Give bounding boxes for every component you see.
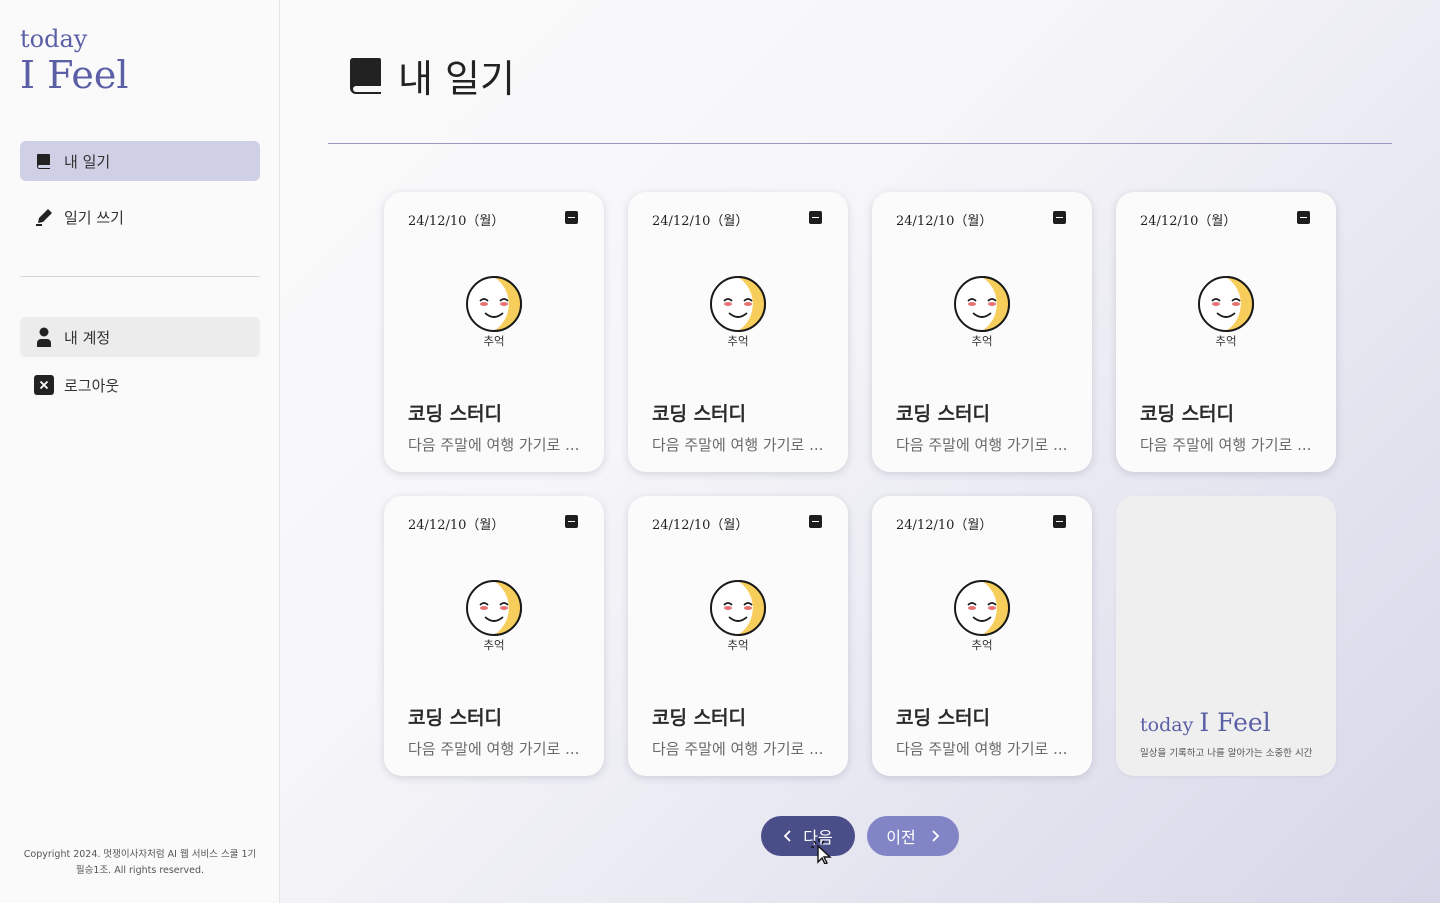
card-preview: 다음 주말에 여행 가기로 ...	[652, 740, 824, 758]
diary-card[interactable]: 24/12/10（월） 추억 코딩 스터디 다음 주말에 여행 가기로 ...	[384, 192, 604, 472]
emotion-label: 추억	[727, 638, 749, 652]
page-title-text: 내 일기	[398, 57, 515, 101]
sidebar-item-label: 일기 쓰기	[64, 208, 124, 227]
delete-icon[interactable]	[1053, 211, 1066, 224]
card-date: 24/12/10（월）	[1140, 214, 1237, 229]
prev-page-label: 이전	[886, 828, 916, 847]
prev-page-button[interactable]: 이전	[867, 816, 959, 856]
sidebar-item-label: 로그아웃	[64, 376, 120, 395]
close-box-icon	[34, 375, 54, 395]
smile-emotion-icon	[466, 580, 522, 636]
card-title: 코딩 스터디	[896, 403, 991, 425]
delete-icon[interactable]	[1297, 211, 1310, 224]
card-date: 24/12/10（월）	[896, 518, 993, 533]
sidebar-item-label: 내 일기	[64, 152, 111, 171]
card-preview: 다음 주말에 여행 가기로 ...	[1140, 436, 1312, 454]
smile-emotion-icon	[710, 276, 766, 332]
brand-tagline: 일상을 기록하고 나를 알아가는 소중한 시간	[1140, 748, 1313, 759]
emotion-label: 추억	[727, 334, 749, 348]
book-icon	[34, 151, 54, 171]
card-title: 코딩 스터디	[896, 707, 991, 729]
card-preview: 다음 주말에 여행 가기로 ...	[408, 740, 580, 758]
page-title: 내 일기	[348, 48, 515, 103]
delete-icon[interactable]	[809, 515, 822, 528]
delete-icon[interactable]	[1053, 515, 1066, 528]
brand-big-text: I Feel	[1199, 708, 1271, 737]
card-date: 24/12/10（월）	[652, 214, 749, 229]
card-preview: 다음 주말에 여행 가기로 ...	[408, 436, 580, 454]
smile-emotion-icon	[1198, 276, 1254, 332]
emotion-label: 추억	[971, 638, 993, 652]
card-date: 24/12/10（월）	[652, 518, 749, 533]
card-title: 코딩 스터디	[1140, 403, 1235, 425]
sidebar-item-write-diary[interactable]: 일기 쓰기	[20, 197, 260, 237]
diary-grid: 24/12/10（월） 추억 코딩 스터디 다음 주말에 여행 가기로 ... …	[384, 192, 1336, 776]
delete-icon[interactable]	[565, 515, 578, 528]
copyright: Copyright 2024. 멋쟁이사자처럼 AI 웹 서비스 스쿨 1기 필…	[20, 847, 260, 879]
sidebar: today I Feel 내 일기 일기 쓰기 내 계정 로그아웃 Copyri…	[0, 0, 280, 903]
chevron-right-icon	[930, 829, 940, 843]
brand-small-text: today	[1140, 714, 1194, 736]
logo-big-text: I Feel	[20, 53, 129, 97]
smile-emotion-icon	[710, 580, 766, 636]
copyright-line: 필승1조. All rights reserved.	[75, 865, 205, 876]
card-date: 24/12/10（월）	[408, 518, 505, 533]
emotion-label: 추억	[483, 638, 505, 652]
card-title: 코딩 스터디	[652, 707, 747, 729]
sidebar-item-my-account[interactable]: 내 계정	[20, 317, 260, 357]
smile-emotion-icon	[954, 276, 1010, 332]
pen-icon	[34, 207, 54, 227]
delete-icon[interactable]	[809, 211, 822, 224]
diary-card[interactable]: 24/12/10（월） 추억 코딩 스터디 다음 주말에 여행 가기로 ...	[872, 496, 1092, 776]
card-title: 코딩 스터디	[408, 707, 503, 729]
copyright-line: Copyright 2024. 멋쟁이사자처럼 AI 웹 서비스 스쿨 1기	[23, 849, 257, 860]
sidebar-item-label: 내 계정	[64, 328, 111, 347]
logo-small-text: today	[20, 25, 88, 53]
diary-card[interactable]: 24/12/10（월） 추억 코딩 스터디 다음 주말에 여행 가기로 ...	[628, 192, 848, 472]
card-preview: 다음 주말에 여행 가기로 ...	[652, 436, 824, 454]
diary-card[interactable]: 24/12/10（월） 추억 코딩 스터디 다음 주말에 여행 가기로 ...	[384, 496, 604, 776]
emotion-label: 추억	[483, 334, 505, 348]
sidebar-divider	[20, 276, 260, 277]
card-title: 코딩 스터디	[652, 403, 747, 425]
mouse-cursor-icon	[811, 839, 832, 864]
emotion-label: 추억	[1215, 334, 1237, 348]
diary-card[interactable]: 24/12/10（월） 추억 코딩 스터디 다음 주말에 여행 가기로 ...	[1116, 192, 1336, 472]
card-preview: 다음 주말에 여행 가기로 ...	[896, 740, 1068, 758]
next-page-button[interactable]: 다음	[761, 816, 855, 856]
brand-card: today I Feel 일상을 기록하고 나를 알아가는 소중한 시간	[1116, 496, 1336, 776]
sidebar-item-logout[interactable]: 로그아웃	[20, 365, 260, 405]
app-logo[interactable]: today I Feel	[20, 24, 129, 98]
card-preview: 다음 주말에 여행 가기로 ...	[896, 436, 1068, 454]
user-icon	[34, 327, 54, 347]
diary-card[interactable]: 24/12/10（월） 추억 코딩 스터디 다음 주말에 여행 가기로 ...	[628, 496, 848, 776]
smile-emotion-icon	[954, 580, 1010, 636]
diary-card[interactable]: 24/12/10（월） 추억 코딩 스터디 다음 주말에 여행 가기로 ...	[872, 192, 1092, 472]
header-divider	[328, 143, 1392, 144]
card-date: 24/12/10（월）	[896, 214, 993, 229]
delete-icon[interactable]	[565, 211, 578, 224]
book-icon	[348, 57, 382, 95]
card-date: 24/12/10（월）	[408, 214, 505, 229]
sidebar-item-my-diary[interactable]: 내 일기	[20, 141, 260, 181]
brand-logo: today I Feel	[1140, 708, 1271, 737]
emotion-label: 추억	[971, 334, 993, 348]
smile-emotion-icon	[466, 276, 522, 332]
chevron-left-icon	[783, 829, 793, 843]
card-title: 코딩 스터디	[408, 403, 503, 425]
